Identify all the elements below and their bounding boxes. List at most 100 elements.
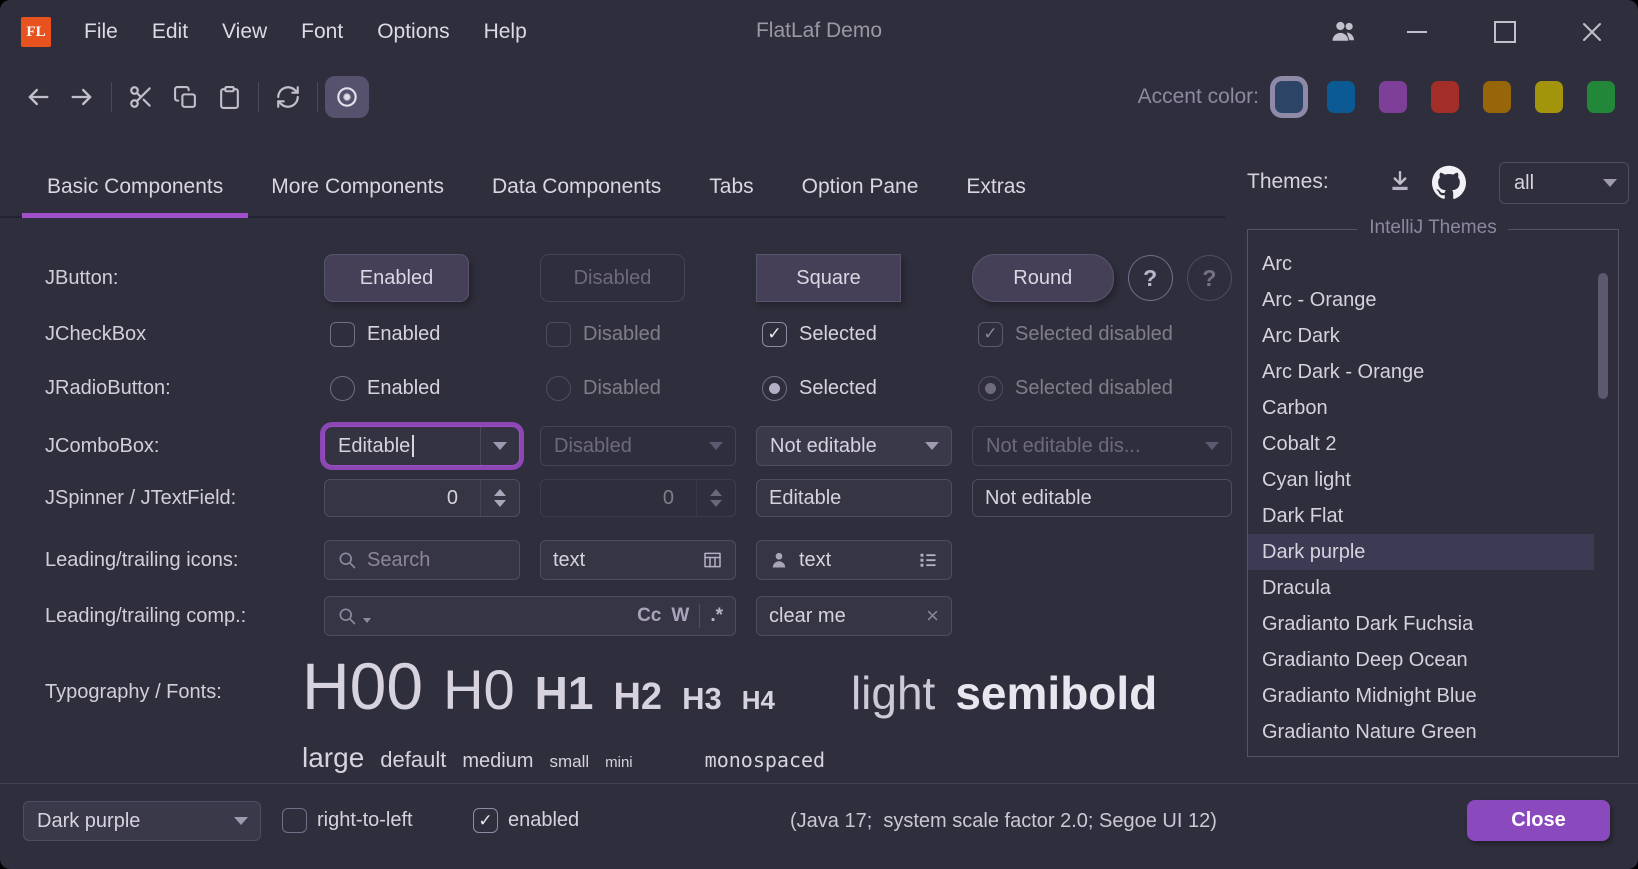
checkbox-checked-icon: ✓ <box>978 322 1003 347</box>
cut-button[interactable] <box>119 76 163 118</box>
theme-item[interactable]: Arc Dark <box>1248 318 1618 354</box>
radio-selected[interactable]: Selected <box>756 376 952 401</box>
theme-item[interactable]: Cyan light <box>1248 462 1618 498</box>
tab-basic-components[interactable]: Basic Components <box>47 156 223 218</box>
users-button[interactable] <box>1328 16 1362 48</box>
theme-item[interactable]: Dark Flat <box>1248 498 1618 534</box>
accent-color-label: Accent color: <box>1138 85 1259 109</box>
arrow-left-icon <box>24 83 52 111</box>
tab-data-components[interactable]: Data Components <box>492 156 661 218</box>
menu-file[interactable]: File <box>84 20 118 44</box>
search-icon[interactable] <box>337 606 357 626</box>
rtl-checkbox[interactable]: right-to-left <box>282 808 413 833</box>
tab-option-pane[interactable]: Option Pane <box>802 156 919 218</box>
round-button[interactable]: Round <box>972 254 1114 302</box>
copy-button[interactable] <box>163 76 207 118</box>
combobox-value: Editable <box>338 435 410 458</box>
combo-arrow[interactable] <box>480 427 519 465</box>
theme-item[interactable]: Cobalt 2 <box>1248 426 1618 462</box>
clearable-field[interactable]: clear me × <box>756 596 952 636</box>
match-case-toggle[interactable]: Cc <box>637 605 661 627</box>
accent-swatch-yellow[interactable] <box>1535 81 1563 113</box>
field-value: text <box>799 549 831 572</box>
theme-item[interactable]: Carbon <box>1248 390 1618 426</box>
h0-sample: H0 <box>443 657 515 722</box>
enabled-checkbox[interactable]: ✓ enabled <box>473 808 579 833</box>
theme-item[interactable]: Arc - Orange <box>1248 282 1618 318</box>
menu-view[interactable]: View <box>222 20 267 44</box>
clipboard-icon <box>217 85 242 110</box>
search-field[interactable]: Search <box>324 540 520 580</box>
forward-button[interactable] <box>60 76 104 118</box>
refresh-icon <box>275 84 301 110</box>
combo-arrow[interactable] <box>913 427 951 465</box>
accent-swatch-blue[interactable] <box>1327 81 1355 113</box>
menu-help[interactable]: Help <box>484 20 527 44</box>
row-leading-comp: Leading/trailing comp.: Cc W .* clear me… <box>45 593 1232 639</box>
close-button[interactable]: Close <box>1467 800 1610 841</box>
text-field-with-user-icon[interactable]: text <box>756 540 952 580</box>
download-theme-button[interactable] <box>1382 164 1418 200</box>
refresh-button[interactable] <box>266 76 310 118</box>
regex-toggle[interactable]: .* <box>710 605 723 627</box>
copy-icon <box>173 85 198 110</box>
tab-extras[interactable]: Extras <box>966 156 1026 218</box>
maximize-button[interactable] <box>1488 16 1522 48</box>
enabled-button[interactable]: Enabled <box>324 254 469 302</box>
square-button[interactable]: Square <box>756 254 901 302</box>
h3-sample: H3 <box>682 681 722 717</box>
theme-item-selected[interactable]: Dark purple <box>1248 534 1594 570</box>
radio-enabled[interactable]: Enabled <box>324 376 520 401</box>
radio-label: Selected <box>799 377 877 400</box>
github-button[interactable] <box>1430 163 1468 201</box>
minimize-icon <box>1407 31 1427 33</box>
search-field-with-options[interactable]: Cc W .* <box>324 596 736 636</box>
field-value: text <box>553 549 585 572</box>
tab-more-components[interactable]: More Components <box>271 156 444 218</box>
theme-item[interactable]: Gradianto Nature Green <box>1248 714 1618 750</box>
close-window-button[interactable] <box>1575 16 1609 48</box>
combobox-editable[interactable]: Editable <box>324 426 520 466</box>
accent-swatch-default[interactable] <box>1275 81 1303 113</box>
spinner-arrows[interactable] <box>480 480 519 516</box>
menu-edit[interactable]: Edit <box>152 20 188 44</box>
checkbox-enabled[interactable]: Enabled <box>324 322 520 347</box>
themes-scrollbar-thumb[interactable] <box>1598 273 1608 399</box>
menu-options[interactable]: Options <box>377 20 449 44</box>
inspect-toggle-button[interactable] <box>325 76 369 118</box>
enabled-label: enabled <box>508 809 579 832</box>
whole-words-toggle[interactable]: W <box>671 605 689 627</box>
textfield-not-editable: Not editable <box>972 479 1232 517</box>
radio-icon <box>546 376 571 401</box>
spinner[interactable]: 0 <box>324 479 520 517</box>
accent-swatch-purple[interactable] <box>1379 81 1407 113</box>
back-button[interactable] <box>16 76 60 118</box>
list-icon[interactable] <box>917 550 939 570</box>
text-field-with-table-icon[interactable]: text <box>540 540 736 580</box>
accent-swatch-red[interactable] <box>1431 81 1459 113</box>
theme-item[interactable]: Dracula <box>1248 570 1618 606</box>
menu-font[interactable]: Font <box>301 20 343 44</box>
combobox-not-editable[interactable]: Not editable <box>756 426 952 466</box>
theme-filter-combobox[interactable]: all <box>1499 162 1629 204</box>
app-logo-text: FL <box>26 24 45 41</box>
tab-tabs[interactable]: Tabs <box>709 156 753 218</box>
textfield-editable[interactable]: Editable <box>756 479 952 517</box>
accent-swatch-green[interactable] <box>1587 81 1615 113</box>
theme-item[interactable]: Gradianto Dark Fuchsia <box>1248 606 1618 642</box>
accent-swatch-orange[interactable] <box>1483 81 1511 113</box>
checkbox-selected[interactable]: ✓ Selected <box>756 322 952 347</box>
combo-arrow[interactable] <box>222 802 260 840</box>
minimize-button[interactable] <box>1400 16 1434 48</box>
theme-item[interactable]: Gradianto Midnight Blue <box>1248 678 1618 714</box>
theme-item[interactable]: Gradianto Deep Ocean <box>1248 642 1618 678</box>
help-button[interactable]: ? <box>1128 255 1173 301</box>
jradiobutton-label: JRadioButton: <box>45 377 304 400</box>
paste-button[interactable] <box>207 76 251 118</box>
theme-combobox[interactable]: Dark purple <box>23 801 261 841</box>
clear-icon[interactable]: × <box>926 603 939 629</box>
checkbox-label: Enabled <box>367 323 440 346</box>
theme-item[interactable]: Arc Dark - Orange <box>1248 354 1618 390</box>
table-icon[interactable] <box>702 550 723 570</box>
theme-item[interactable]: Arc <box>1248 246 1618 282</box>
